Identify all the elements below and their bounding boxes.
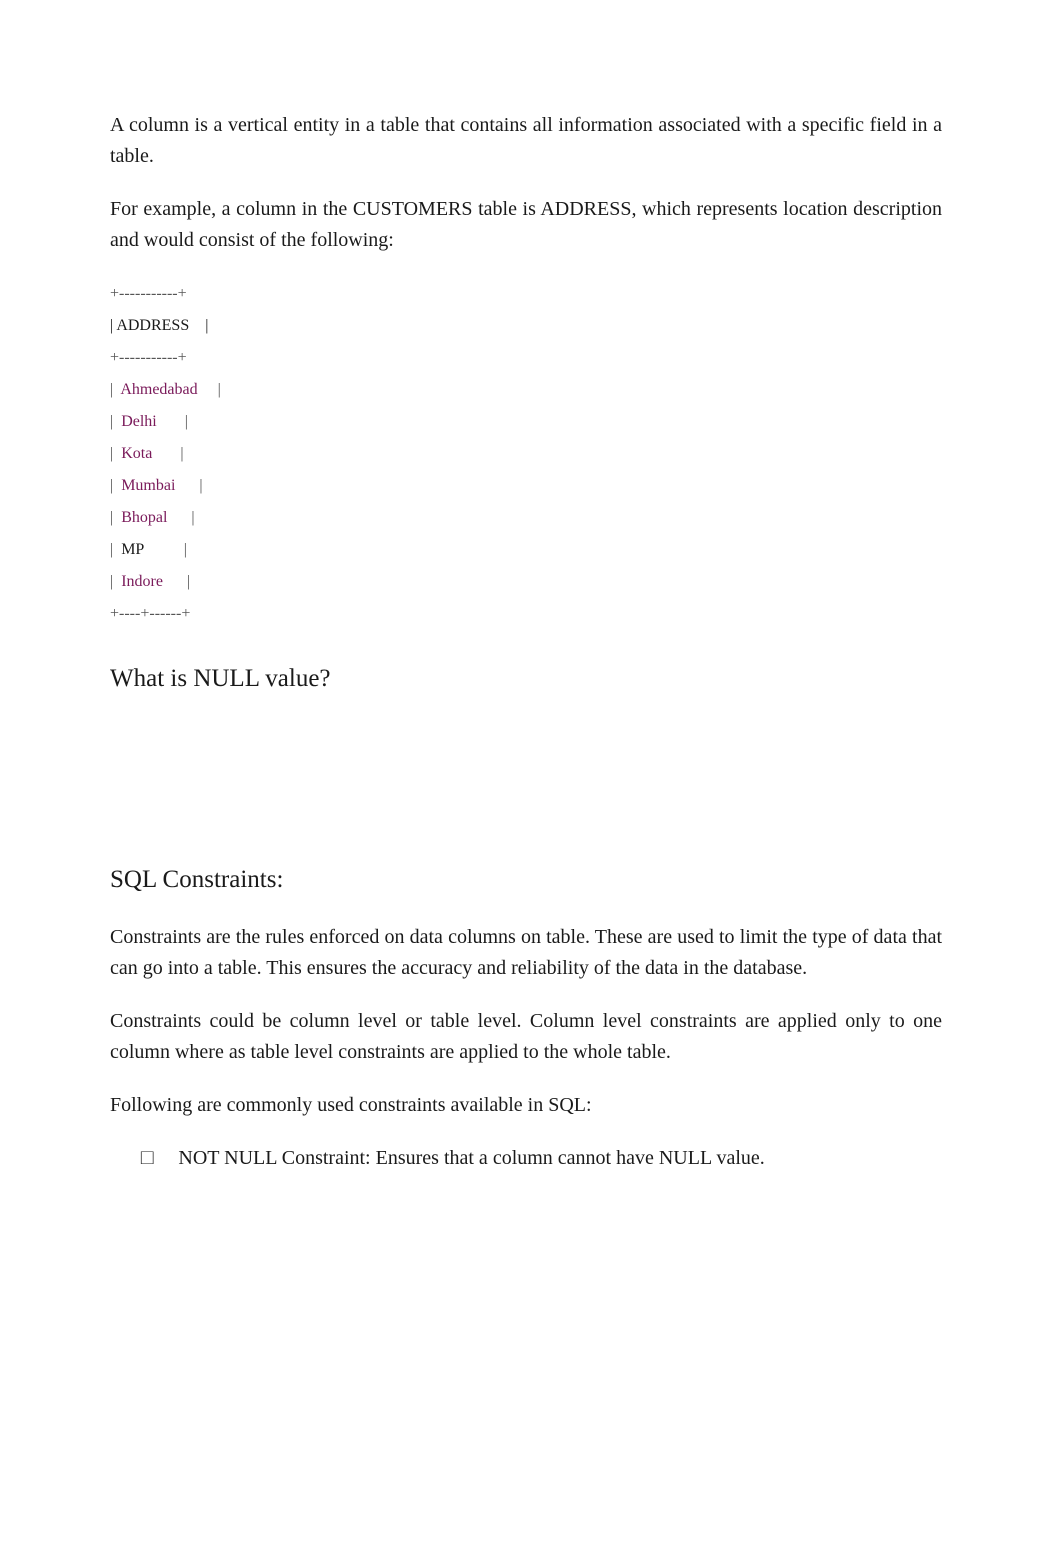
constraint-list-item: 🞎 NOT NULL Constraint: Ensures that a co… [110,1143,942,1174]
null-value-heading: What is NULL value? [110,660,942,699]
table-row: | Mumbai | [110,470,942,502]
sql-constraints-heading: SQL Constraints: [110,861,942,900]
content-gap [110,721,942,851]
table-row: | Delhi | [110,406,942,438]
city-value: MP [121,541,144,558]
table-border-top: +-----------+ [110,278,942,310]
column-example-text: For example, a column in the CUSTOMERS t… [110,194,942,256]
table-border-bottom: +----+------+ [110,598,942,630]
table-header-row: | ADDRESS | [110,310,942,342]
table-row: | Bhopal | [110,502,942,534]
city-value: Ahmedabad [120,381,197,398]
table-row: | Kota | [110,438,942,470]
table-row: | Indore | [110,566,942,598]
table-row: | Ahmedabad | [110,374,942,406]
city-value: Indore [121,573,163,590]
bullet-icon: 🞎 [140,1145,154,1173]
city-value: Delhi [121,413,157,430]
city-value: Mumbai [121,477,175,494]
constraints-level-text: Constraints could be column level or tab… [110,1006,942,1068]
city-value: Kota [121,445,152,462]
constraint-text: NOT NULL Constraint: Ensures that a colu… [178,1143,764,1174]
city-value: Bhopal [121,509,167,526]
constraint-desc: Ensures that a column cannot have NULL v… [371,1147,765,1169]
constraints-list-intro: Following are commonly used constraints … [110,1090,942,1121]
table-row: | MP | [110,534,942,566]
column-definition-text: A column is a vertical entity in a table… [110,110,942,172]
constraints-definition-text: Constraints are the rules enforced on da… [110,922,942,984]
constraint-name: NOT NULL Constraint: [178,1147,370,1169]
address-column-ascii-table: +-----------+ | ADDRESS | +-----------+ … [110,278,942,630]
table-border-mid: +-----------+ [110,342,942,374]
